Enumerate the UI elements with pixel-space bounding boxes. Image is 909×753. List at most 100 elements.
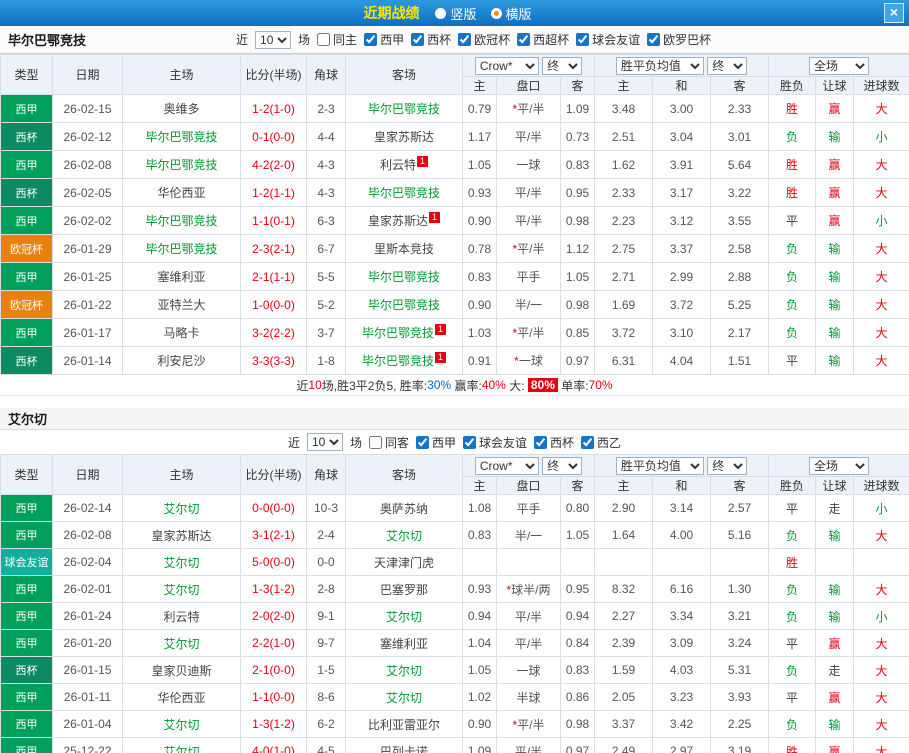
europe-final-select[interactable]: 终 [707, 456, 748, 475]
scope-select[interactable]: 全场 [809, 56, 870, 75]
team-link[interactable]: 毕尔巴鄂竞技 [145, 158, 217, 172]
europe-avg-select[interactable]: 胜平负均值 [615, 56, 704, 75]
match-row: 西甲 26-02-08 毕尔巴鄂竞技 4-2(2-0) 4-3 利云特 1 1.05 一球 0.8… [0, 150, 909, 179]
handicap-value: 平/半 [496, 178, 561, 207]
team-link[interactable]: 毕尔巴鄂竞技 [362, 326, 434, 340]
match-date: 26-02-04 [52, 548, 123, 576]
checkbox-input[interactable] [534, 435, 548, 449]
europe-avg-select[interactable]: 胜平负均值 [615, 456, 704, 475]
radio-selected-icon[interactable] [490, 7, 502, 19]
checkbox-input[interactable] [581, 435, 595, 449]
team-link[interactable]: 毕尔巴鄂竞技 [368, 298, 440, 312]
europe-draw-odds: 3.91 [652, 150, 712, 179]
team-link[interactable]: 利云特 [163, 610, 199, 624]
filter-checkbox-欧罗巴杯[interactable]: 欧罗巴杯 [647, 31, 711, 48]
team-link[interactable]: 艾尔切 [386, 691, 422, 705]
team-link[interactable]: 毕尔巴鄂竞技 [368, 186, 440, 200]
team-link[interactable]: 巴列卡诺 [380, 745, 428, 753]
scope-select[interactable]: 全场 [809, 456, 870, 475]
team-link[interactable]: 华伦西亚 [157, 691, 205, 705]
radio-icon[interactable] [435, 7, 447, 19]
team-link[interactable]: 奥萨苏纳 [380, 502, 428, 516]
team-link[interactable]: 塞维利亚 [380, 637, 428, 651]
checkbox-input[interactable] [463, 435, 476, 449]
asia-odds-header: Crow* 终 [461, 54, 596, 77]
col-europe-away: 客 [710, 476, 770, 495]
europe-away-odds: 3.21 [710, 602, 770, 630]
team-link[interactable]: 马略卡 [163, 326, 199, 340]
team-link[interactable]: 比利亚雷亚尔 [368, 718, 440, 732]
team-link[interactable]: 皇家苏斯达 [368, 214, 428, 228]
checkbox-input[interactable] [368, 435, 382, 449]
team-link[interactable]: 艾尔切 [163, 502, 199, 516]
filter-checkbox-球会友谊[interactable]: 球会友谊 [463, 434, 527, 451]
team-link[interactable]: 艾尔切 [386, 664, 422, 678]
team-link[interactable]: 天津津门虎 [374, 556, 434, 570]
filter-checkbox-西杯[interactable]: 西杯 [411, 31, 451, 48]
team-link[interactable]: 毕尔巴鄂竞技 [368, 270, 440, 284]
odds-final-select[interactable]: 终 [542, 456, 583, 475]
team-link[interactable]: 艾尔切 [163, 718, 199, 732]
away-team-cell: 艾尔切 [345, 521, 463, 549]
corner-score: 4-3 [306, 178, 346, 207]
result-wdl: 胜 [768, 150, 817, 179]
filter-checkbox-西超杯[interactable]: 西超杯 [517, 31, 569, 48]
team-link[interactable]: 毕尔巴鄂竞技 [145, 130, 217, 144]
checkbox-input[interactable] [576, 33, 590, 46]
team-link[interactable]: 毕尔巴鄂竞技 [145, 214, 217, 228]
team-link[interactable]: 皇家贝迪斯 [151, 664, 211, 678]
result-wdl: 负 [768, 656, 817, 684]
checkbox-input[interactable] [364, 33, 378, 46]
checkbox-input[interactable] [317, 33, 331, 46]
team-link[interactable]: 奥维多 [163, 102, 199, 116]
team-link[interactable]: 利云特 [380, 158, 416, 172]
filter-checkbox-西杯[interactable]: 西杯 [534, 434, 574, 451]
layout-vertical-radio[interactable]: 竖版 [435, 4, 477, 23]
match-count-select[interactable]: 10 [306, 433, 343, 451]
checkbox-input[interactable] [517, 33, 531, 46]
col-date: 日期 [52, 54, 123, 95]
europe-away-odds: 5.16 [710, 521, 770, 549]
team-link[interactable]: 艾尔切 [386, 610, 422, 624]
match-count-select[interactable]: 10 [255, 30, 292, 49]
team-link[interactable]: 利安尼沙 [157, 354, 205, 368]
result-handicap: 输 [815, 318, 855, 347]
team-link[interactable]: 艾尔切 [163, 556, 199, 570]
result-wdl: 负 [768, 710, 817, 738]
odds-final-select[interactable]: 终 [542, 56, 583, 75]
team-link[interactable]: 塞维利亚 [157, 270, 205, 284]
filter-checkbox-球会友谊[interactable]: 球会友谊 [576, 31, 640, 48]
checkbox-input[interactable] [415, 435, 429, 449]
filter-checkbox-欧冠杯[interactable]: 欧冠杯 [458, 31, 510, 48]
team-link[interactable]: 皇家苏斯达 [374, 130, 434, 144]
team-link[interactable]: 毕尔巴鄂竞技 [362, 354, 434, 368]
team-link[interactable]: 皇家苏斯达 [151, 529, 211, 543]
odds-company-select[interactable]: Crow* [474, 456, 539, 475]
team-link[interactable]: 艾尔切 [163, 745, 199, 753]
team-link[interactable]: 华伦西亚 [157, 186, 205, 200]
filter-checkbox-西甲[interactable]: 西甲 [364, 31, 404, 48]
checkbox-input[interactable] [458, 33, 472, 46]
europe-final-select[interactable]: 终 [707, 56, 748, 75]
filter-checkbox-西甲[interactable]: 西甲 [415, 434, 456, 451]
team-link[interactable]: 艾尔切 [163, 637, 199, 651]
team-link[interactable]: 巴塞罗那 [380, 583, 428, 597]
filter-checkbox-同客[interactable]: 同客 [368, 434, 409, 451]
team-link[interactable]: 亚特兰大 [157, 298, 205, 312]
match-score: 1-0(0-0) [240, 290, 307, 319]
result-handicap: 赢 [815, 629, 855, 657]
layout-horizontal-radio[interactable]: 横版 [490, 4, 532, 23]
team-link[interactable]: 毕尔巴鄂竞技 [368, 102, 440, 116]
team-link[interactable]: 艾尔切 [386, 529, 422, 543]
team-link[interactable]: 艾尔切 [163, 583, 199, 597]
league-type-badge: 西杯 [0, 346, 53, 375]
team-link[interactable]: 里斯本竞技 [374, 242, 434, 256]
team-link[interactable]: 毕尔巴鄂竞技 [145, 242, 217, 256]
close-icon[interactable]: × [884, 3, 904, 23]
odds-company-select[interactable]: Crow* [474, 56, 539, 75]
home-odds [462, 548, 497, 576]
checkbox-input[interactable] [411, 33, 425, 46]
checkbox-input[interactable] [647, 33, 661, 46]
filter-checkbox-西乙[interactable]: 西乙 [581, 434, 621, 451]
filter-checkbox-同主[interactable]: 同主 [317, 31, 357, 48]
